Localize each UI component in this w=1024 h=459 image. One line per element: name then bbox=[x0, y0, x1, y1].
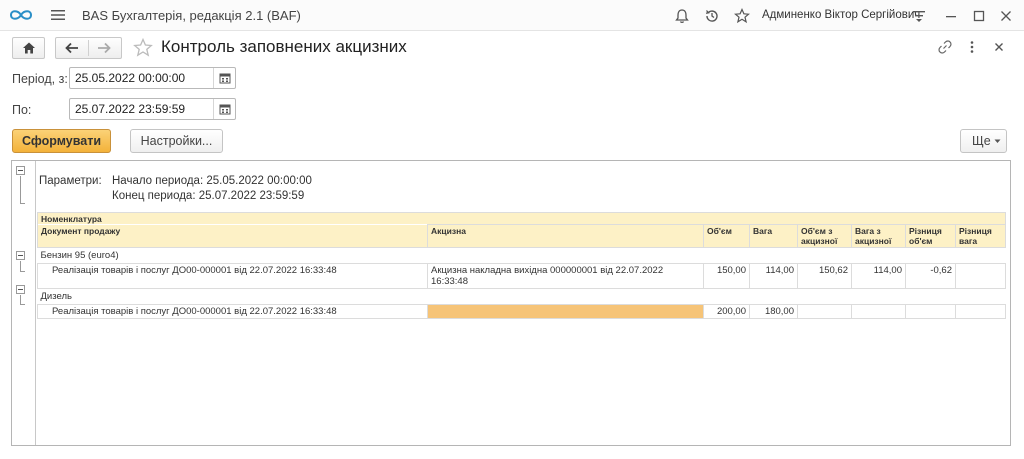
weight-cell: 114,00 bbox=[749, 263, 798, 289]
outline-gutter bbox=[12, 161, 36, 445]
group-row[interactable]: Бензин 95 (euro4) bbox=[38, 248, 1006, 264]
history-nav-group bbox=[55, 37, 122, 59]
minimize-icon[interactable] bbox=[942, 7, 960, 25]
generate-button[interactable]: Сформувати bbox=[12, 129, 111, 153]
header-diff-volume-cell: Різниця об'єм bbox=[905, 224, 956, 248]
more-actions-icon[interactable] bbox=[964, 39, 980, 55]
report-spreadsheet[interactable]: Параметри: Начало периода: 25.05.2022 00… bbox=[11, 160, 1011, 446]
header-row: Номенклатура bbox=[36, 212, 1007, 225]
period-to-field[interactable] bbox=[69, 98, 236, 120]
chevron-down-icon bbox=[994, 139, 1001, 143]
diff-weight-cell bbox=[954, 263, 1007, 289]
params-bracket bbox=[20, 176, 25, 204]
history-icon[interactable] bbox=[703, 7, 721, 25]
main-menu-icon[interactable] bbox=[50, 8, 66, 22]
period-from-calendar-button[interactable] bbox=[213, 68, 235, 88]
group-row[interactable]: Дизель bbox=[38, 289, 1006, 305]
form-title: Контроль заповнених акцизних bbox=[161, 37, 407, 56]
period-from-label: Період, з: bbox=[12, 72, 68, 86]
group-collapse-toggle[interactable] bbox=[16, 285, 25, 294]
doc-cell[interactable]: Реалізація товарів і послуг ДО00-000001 … bbox=[37, 263, 428, 289]
header-weight-cell: Вага bbox=[749, 224, 798, 248]
calendar-icon bbox=[219, 73, 231, 84]
diff-weight-cell bbox=[954, 304, 1007, 319]
more-button-label: Ще bbox=[972, 134, 991, 148]
table-row[interactable]: Реалізація товарів і послуг ДО00-000001 … bbox=[37, 304, 1007, 319]
weight-excise-cell bbox=[851, 304, 906, 319]
close-window-icon[interactable] bbox=[997, 7, 1015, 25]
table-row[interactable]: Реалізація товарів і послуг ДО00-000001 … bbox=[37, 263, 1007, 289]
calendar-icon bbox=[219, 104, 231, 115]
period-from-field[interactable] bbox=[69, 67, 236, 89]
settings-menu-icon[interactable] bbox=[910, 7, 928, 25]
header-volume-excise-cell: Об'єм з акцизної bbox=[797, 224, 852, 248]
weight-cell: 180,00 bbox=[749, 304, 798, 319]
group-collapse-toggle[interactable] bbox=[16, 251, 25, 260]
header-row: Документ продажу Акцизна Об'єм Вага Об'є… bbox=[37, 224, 1007, 248]
param-end: Конец периода: 25.07.2022 23:59:59 bbox=[112, 190, 305, 202]
bell-icon[interactable] bbox=[673, 7, 691, 25]
diff-volume-cell: -0,62 bbox=[905, 263, 956, 289]
home-icon bbox=[23, 42, 35, 54]
favorites-star-icon[interactable] bbox=[733, 7, 751, 25]
volume-cell: 200,00 bbox=[703, 304, 750, 319]
diff-volume-cell bbox=[905, 304, 956, 319]
back-arrow-icon[interactable] bbox=[65, 42, 79, 54]
close-form-icon[interactable] bbox=[991, 39, 1007, 55]
doc-cell[interactable]: Реалізація товарів і послуг ДО00-000001 … bbox=[37, 304, 428, 319]
settings-button[interactable]: Настройки... bbox=[130, 129, 223, 153]
link-icon[interactable] bbox=[937, 39, 953, 55]
maximize-icon[interactable] bbox=[970, 7, 988, 25]
header-weight-excise-cell: Вага з акцизної bbox=[851, 224, 906, 248]
title-bar: BAS Бухгалтерія, редакція 2.1 (BAF) Адми… bbox=[0, 0, 1024, 31]
app-title: BAS Бухгалтерія, редакція 2.1 (BAF) bbox=[82, 8, 301, 23]
header-group-cell: Номенклатура bbox=[36, 212, 1007, 225]
more-button[interactable]: Ще bbox=[960, 129, 1007, 153]
group-name-cell: Бензин 95 (euro4) bbox=[40, 250, 119, 261]
forward-arrow-icon[interactable] bbox=[97, 42, 111, 54]
param-start: Начало периода: 25.05.2022 00:00:00 bbox=[112, 175, 312, 187]
volume-excise-cell bbox=[797, 304, 852, 319]
header-diff-weight-cell: Різниця вага bbox=[954, 224, 1007, 248]
weight-excise-cell: 114,00 bbox=[851, 263, 906, 289]
volume-excise-cell: 150,62 bbox=[797, 263, 852, 289]
period-to-input[interactable] bbox=[75, 102, 215, 116]
group-bracket bbox=[20, 261, 25, 272]
header-volume-cell: Об'єм bbox=[703, 224, 750, 248]
group-name-cell: Дизель bbox=[40, 291, 72, 302]
home-button[interactable] bbox=[12, 37, 45, 59]
params-label: Параметри: bbox=[39, 175, 102, 187]
excise-missing-cell[interactable] bbox=[427, 304, 704, 319]
header-doc-cell: Документ продажу bbox=[37, 224, 428, 248]
period-from-input[interactable] bbox=[75, 71, 215, 85]
group-bracket bbox=[20, 295, 25, 305]
params-collapse-toggle[interactable] bbox=[16, 166, 25, 175]
period-to-label: По: bbox=[12, 103, 32, 117]
period-to-calendar-button[interactable] bbox=[213, 99, 235, 119]
favorite-star-icon[interactable] bbox=[132, 37, 154, 59]
bas-logo-icon[interactable] bbox=[9, 8, 33, 22]
current-user[interactable]: Админенко Віктор Сергійович bbox=[762, 9, 920, 21]
volume-cell: 150,00 bbox=[703, 263, 750, 289]
header-excise-cell: Акцизна bbox=[427, 224, 704, 248]
report-table: Номенклатура Документ продажу Акцизна Об… bbox=[36, 212, 1007, 319]
excise-cell[interactable]: Акцизна накладна вихідна 000000001 від 2… bbox=[427, 263, 704, 289]
